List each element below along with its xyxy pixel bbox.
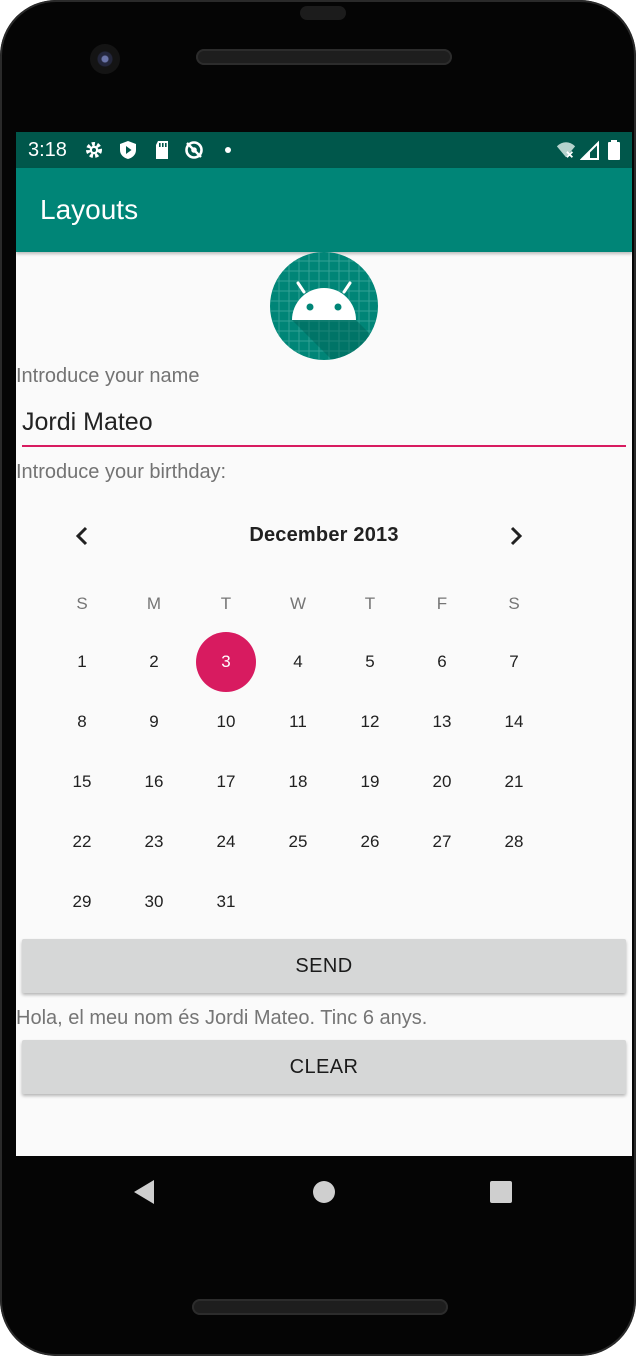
weekday-label: T (220, 594, 232, 613)
calendar-day[interactable]: 9 (124, 692, 184, 752)
calendar-day[interactable]: 27 (412, 812, 472, 872)
calendar-day[interactable]: 28 (484, 812, 544, 872)
calendar-day[interactable]: 24 (196, 812, 256, 872)
send-button[interactable]: SEND (22, 939, 626, 993)
battery-icon (604, 140, 624, 160)
calendar-day[interactable]: 12 (340, 692, 400, 752)
signal-icon (580, 140, 600, 160)
weekday-label: M (146, 594, 162, 613)
calendar-day[interactable]: 10 (196, 692, 256, 752)
calendar-day[interactable]: 22 (52, 812, 112, 872)
calendar-day[interactable]: 25 (268, 812, 328, 872)
calendar-day[interactable]: 18 (268, 752, 328, 812)
sync-off-icon (184, 140, 204, 160)
calendar-header: December 2013 (16, 512, 632, 560)
calendar-day[interactable]: 11 (268, 692, 328, 752)
android-logo-icon (270, 252, 378, 360)
calendar-day[interactable]: 31 (196, 872, 256, 932)
home-icon[interactable] (304, 1176, 344, 1208)
recents-icon[interactable] (481, 1176, 521, 1208)
calendar-day[interactable]: 8 (52, 692, 112, 752)
name-label: Introduce your name (16, 365, 200, 387)
calendar-day[interactable]: 6 (412, 632, 472, 692)
calendar-day[interactable]: 23 (124, 812, 184, 872)
calendar-day[interactable]: 2 (124, 632, 184, 692)
calendar-day[interactable]: 30 (124, 872, 184, 932)
calendar-day[interactable]: 13 (412, 692, 472, 752)
name-input[interactable] (22, 399, 626, 447)
app-title: Layouts (40, 194, 139, 225)
calendar-day[interactable]: 4 (268, 632, 328, 692)
weekday-label: S (76, 594, 88, 613)
calendar-day[interactable]: 19 (340, 752, 400, 812)
calendar-day[interactable]: 16 (124, 752, 184, 812)
front-camera (90, 44, 120, 74)
calendar-day[interactable]: 5 (340, 632, 400, 692)
status-time: 3:18 (28, 139, 67, 161)
gear-icon (84, 140, 104, 160)
weekday-label: F (436, 594, 448, 613)
weekday-label: T (364, 594, 376, 613)
calendar-day[interactable]: 17 (196, 752, 256, 812)
weekday-label: S (508, 594, 520, 613)
calendar-day[interactable]: 26 (340, 812, 400, 872)
birthday-label: Introduce your birthday: (16, 461, 227, 483)
shield-play-icon (118, 140, 138, 160)
app-screen: 3:18 Layouts Introduce your name Jordi M… (16, 132, 632, 1156)
calendar-day[interactable]: 15 (52, 752, 112, 812)
calendar-day[interactable]: 29 (52, 872, 112, 932)
result-text: Hola, el meu nom és Jordi Mateo. Tinc 6 … (16, 1007, 428, 1029)
back-icon[interactable] (124, 1176, 164, 1208)
calendar-day-selected[interactable]: 3 (196, 632, 256, 692)
calendar-day[interactable]: 14 (484, 692, 544, 752)
bottom-speaker (192, 1299, 448, 1315)
chevron-right-icon[interactable] (496, 516, 536, 556)
calendar-day[interactable]: 21 (484, 752, 544, 812)
calendar-day[interactable]: 1 (52, 632, 112, 692)
calendar-day[interactable]: 20 (412, 752, 472, 812)
weekday-label: W (289, 594, 307, 613)
app-bar: Layouts (16, 168, 632, 252)
top-notch (300, 6, 346, 20)
calendar-day[interactable]: 7 (484, 632, 544, 692)
phone-frame: 3:18 Layouts Introduce your name Jordi M… (0, 0, 636, 1356)
status-bar: 3:18 (16, 132, 632, 168)
dot-icon (218, 140, 238, 160)
earpiece-speaker (196, 49, 452, 65)
wifi-off-icon (556, 140, 576, 160)
clear-button[interactable]: CLEAR (22, 1040, 626, 1094)
system-nav-bar (0, 1156, 636, 1228)
sd-card-icon (152, 140, 172, 160)
